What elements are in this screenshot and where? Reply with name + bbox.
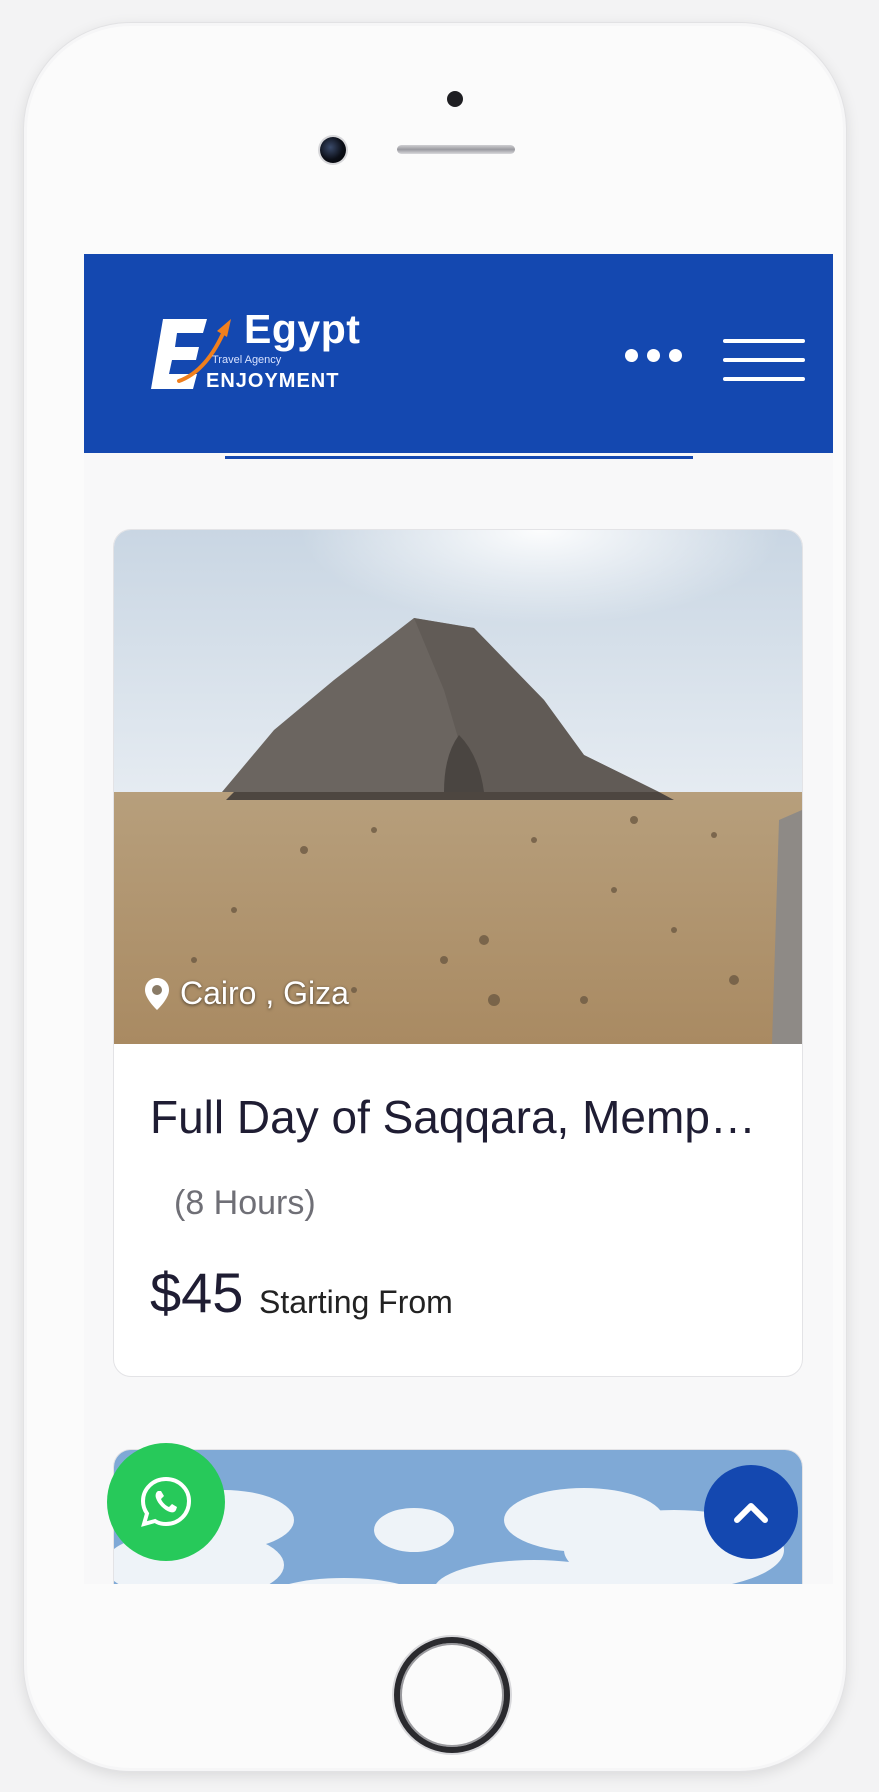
tour-image[interactable] [114, 530, 802, 1044]
home-button[interactable] [394, 1637, 510, 1753]
tour-location: Cairo , Giza [144, 975, 349, 1012]
more-dots-icon [669, 348, 682, 362]
tour-price: $45 [150, 1261, 244, 1324]
section-underline [225, 456, 693, 459]
hamburger-menu-icon [723, 358, 805, 362]
logo-bottom-text: ENJOYMENT [206, 370, 340, 392]
phone-frame: Egypt Travel Agency ENJOYMENT Cairo , Gi… [23, 22, 847, 1772]
logo-title[interactable]: Egypt [244, 306, 360, 353]
logo-subtitle: Travel Agency [212, 354, 282, 366]
location-pin-icon [145, 977, 169, 1010]
whatsapp-button[interactable] [107, 1443, 225, 1561]
proximity-sensor [447, 91, 463, 107]
hamburger-menu-icon [723, 339, 805, 343]
tour-card[interactable]: Cairo , Giza Full Day of Saqqara, Memp… … [113, 529, 803, 1377]
more-options-button[interactable] [625, 344, 685, 366]
hamburger-menu-icon [723, 377, 805, 381]
chevron-up-icon [734, 1503, 768, 1523]
scroll-to-top-button[interactable] [704, 1465, 798, 1559]
whatsapp-icon [140, 1476, 192, 1527]
earpiece-speaker [397, 145, 515, 154]
tour-duration: (8 Hours) [174, 1184, 316, 1222]
price-note: Starting From [259, 1284, 453, 1320]
site-header: Egypt Travel Agency ENJOYMENT [84, 254, 833, 453]
tour-title[interactable]: Full Day of Saqqara, Memp… [150, 1090, 770, 1144]
location-text: Cairo , Giza [180, 975, 349, 1011]
front-camera [320, 137, 346, 163]
hamburger-menu-button[interactable] [723, 339, 805, 383]
more-dots-icon [647, 348, 660, 362]
more-dots-icon [625, 348, 638, 362]
screen: Egypt Travel Agency ENJOYMENT Cairo , Gi… [84, 254, 833, 1584]
